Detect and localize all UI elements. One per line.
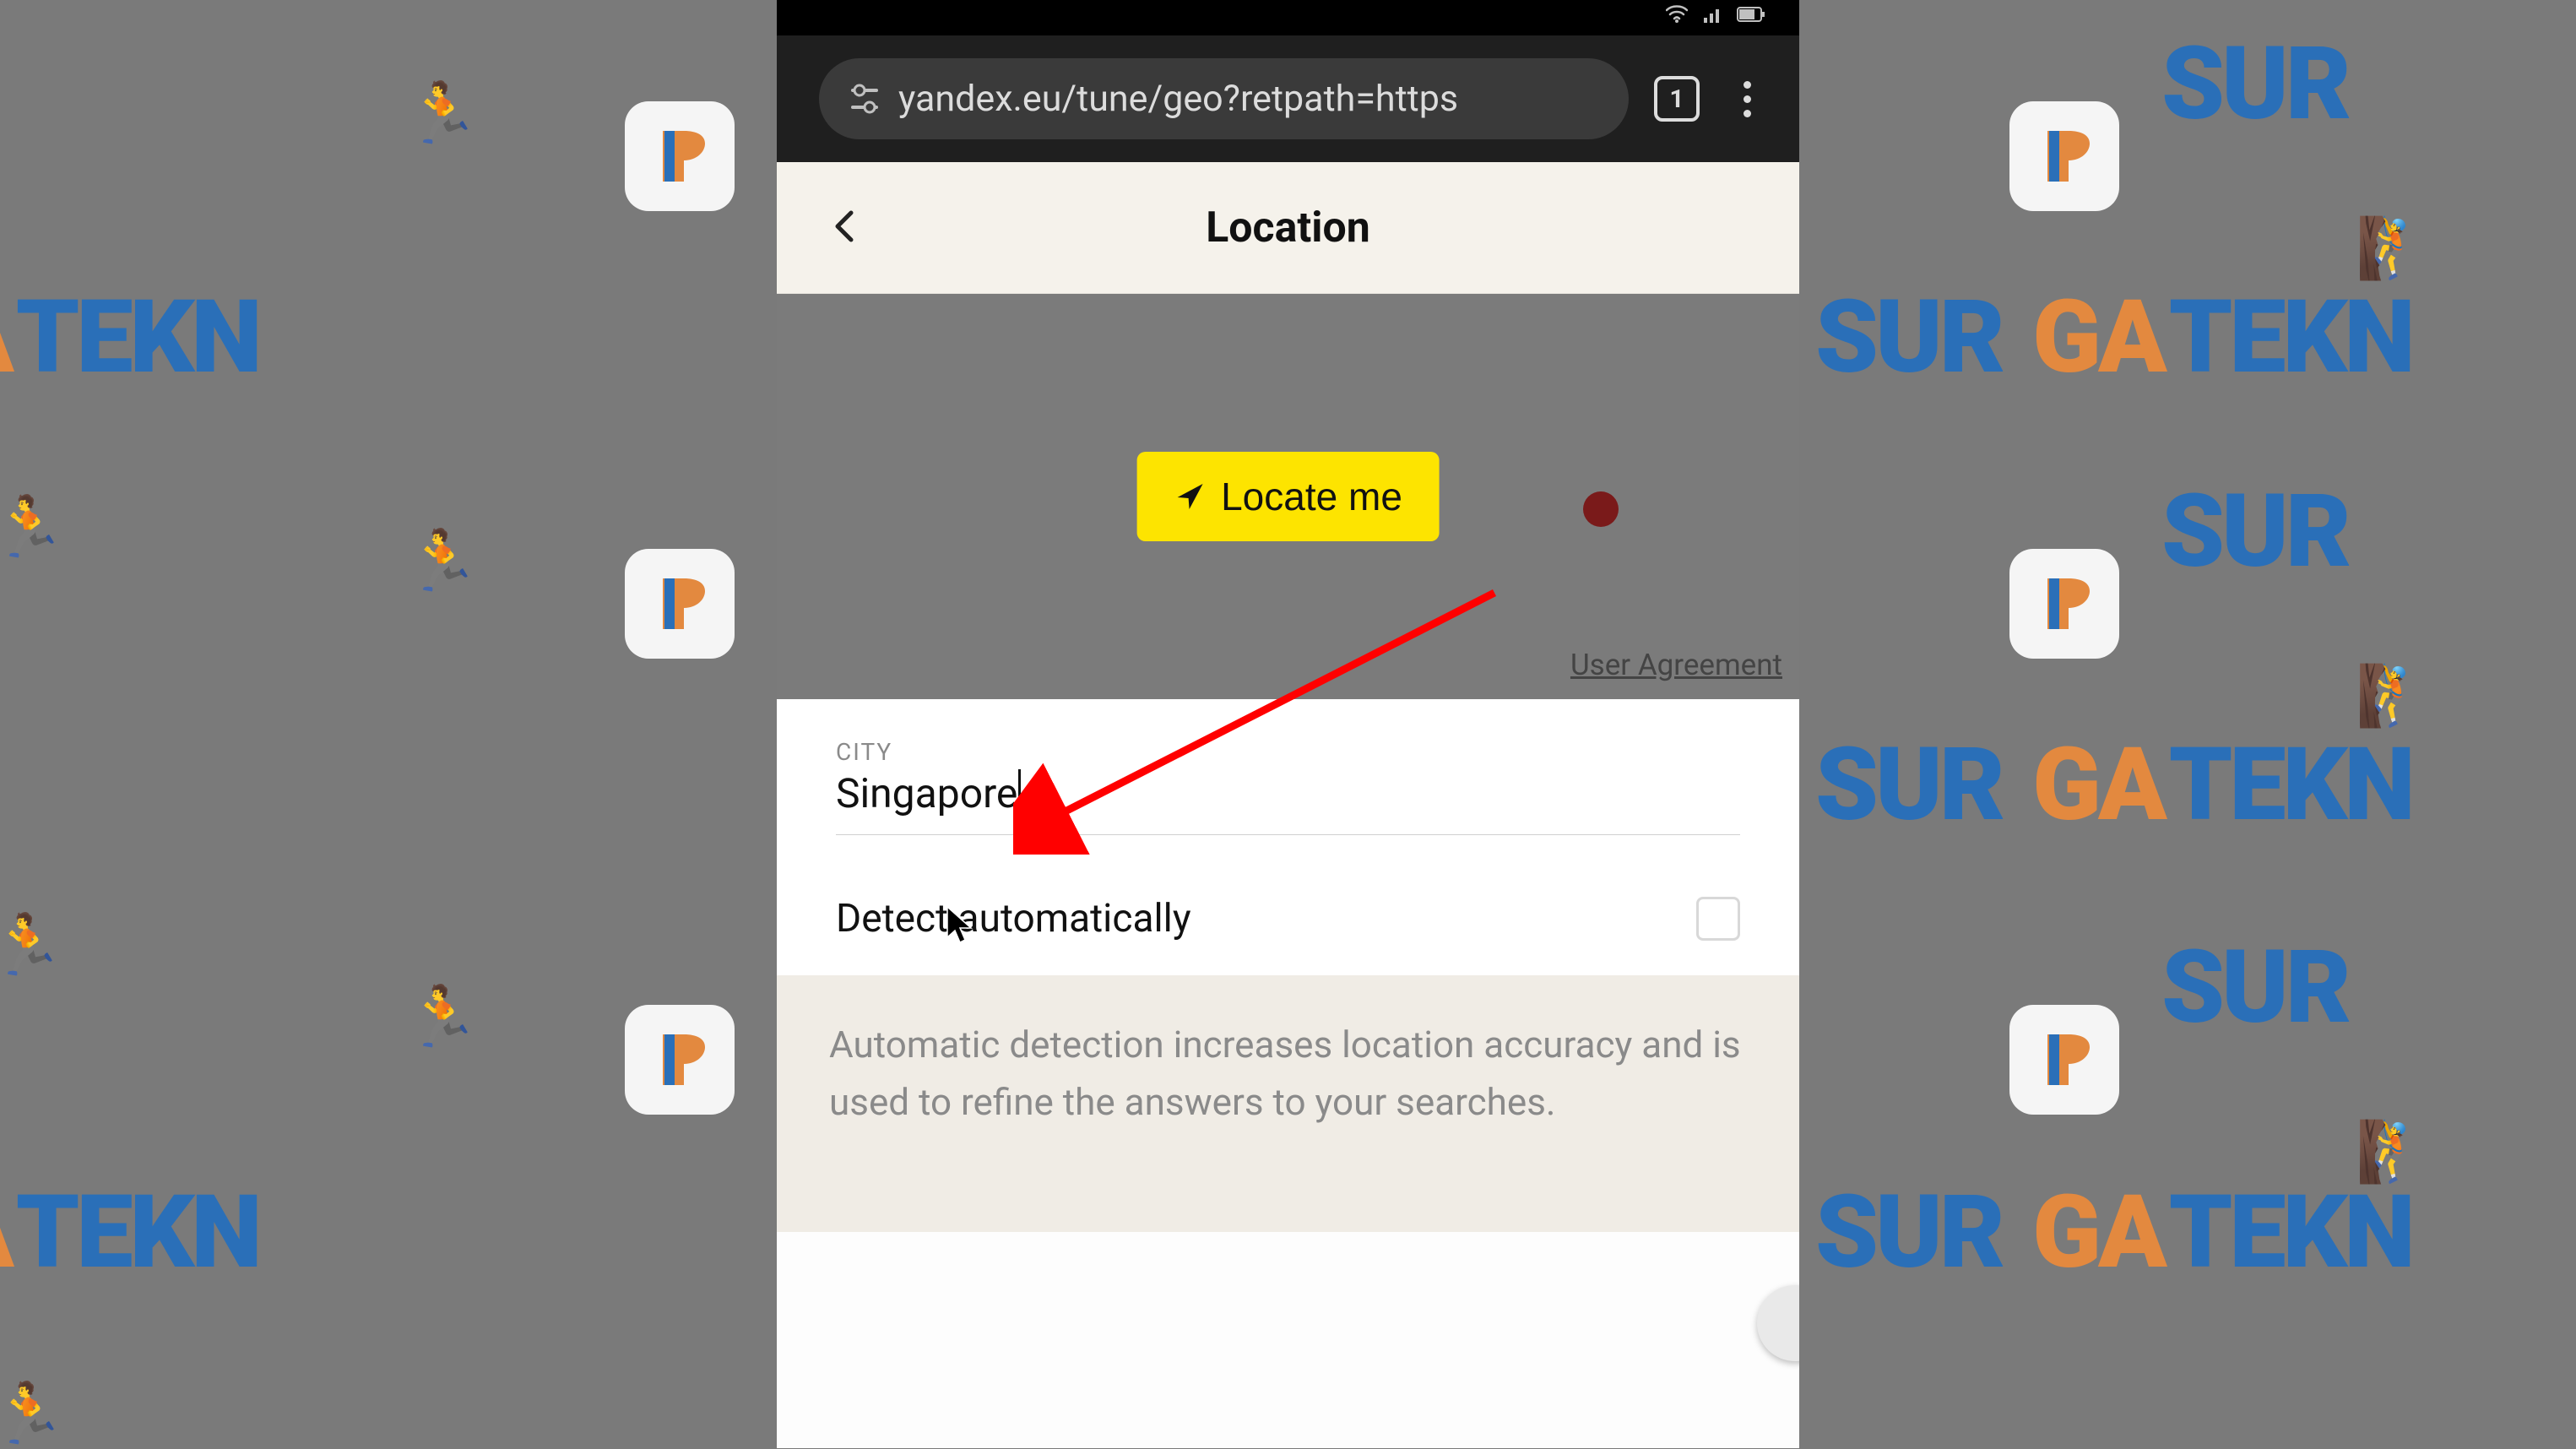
phone-frame: yandex.eu/tune/geo?retpath=https 1 Locat… <box>777 0 1799 1448</box>
map-area[interactable]: Locate me User Agreement <box>777 294 1799 699</box>
field-divider <box>836 834 1740 835</box>
tab-count-number: 1 <box>1669 84 1684 114</box>
city-field-label: CITY <box>836 738 1740 766</box>
browser-chrome: yandex.eu/tune/geo?retpath=https 1 <box>777 35 1799 162</box>
wifi-icon <box>1666 5 1688 24</box>
detect-label: Detect automatically <box>836 896 1191 942</box>
user-agreement-link[interactable]: User Agreement <box>1570 648 1782 682</box>
url-text[interactable]: yandex.eu/tune/geo?retpath=https <box>898 78 1600 120</box>
battery-icon <box>1737 6 1765 23</box>
city-field-section[interactable]: CITY Singapore <box>777 699 1799 869</box>
tab-switcher[interactable]: 1 <box>1654 76 1700 122</box>
page-content: Location Locate me User Agreement CITY S… <box>777 162 1799 1448</box>
url-bar[interactable]: yandex.eu/tune/geo?retpath=https <box>819 58 1629 139</box>
page-title: Location <box>1206 204 1369 252</box>
page-header: Location <box>777 162 1799 294</box>
site-settings-icon[interactable] <box>848 82 881 116</box>
detect-automatically-row[interactable]: Detect automatically <box>777 869 1799 975</box>
detect-checkbox[interactable] <box>1696 897 1740 941</box>
locate-arrow-icon <box>1174 480 1206 513</box>
status-bar <box>777 0 1799 35</box>
locate-me-button[interactable]: Locate me <box>1136 452 1440 541</box>
back-button[interactable] <box>827 208 865 248</box>
signal-icon <box>1703 5 1722 24</box>
info-section: Automatic detection increases location a… <box>777 975 1799 1232</box>
overflow-menu-icon[interactable] <box>1725 76 1770 122</box>
map-marker-dot <box>1583 491 1619 527</box>
locate-me-label: Locate me <box>1221 474 1402 519</box>
floating-button-edge[interactable] <box>1757 1285 1799 1361</box>
city-input[interactable]: Singapore <box>836 769 1021 817</box>
info-text: Automatic detection increases location a… <box>829 1016 1747 1131</box>
